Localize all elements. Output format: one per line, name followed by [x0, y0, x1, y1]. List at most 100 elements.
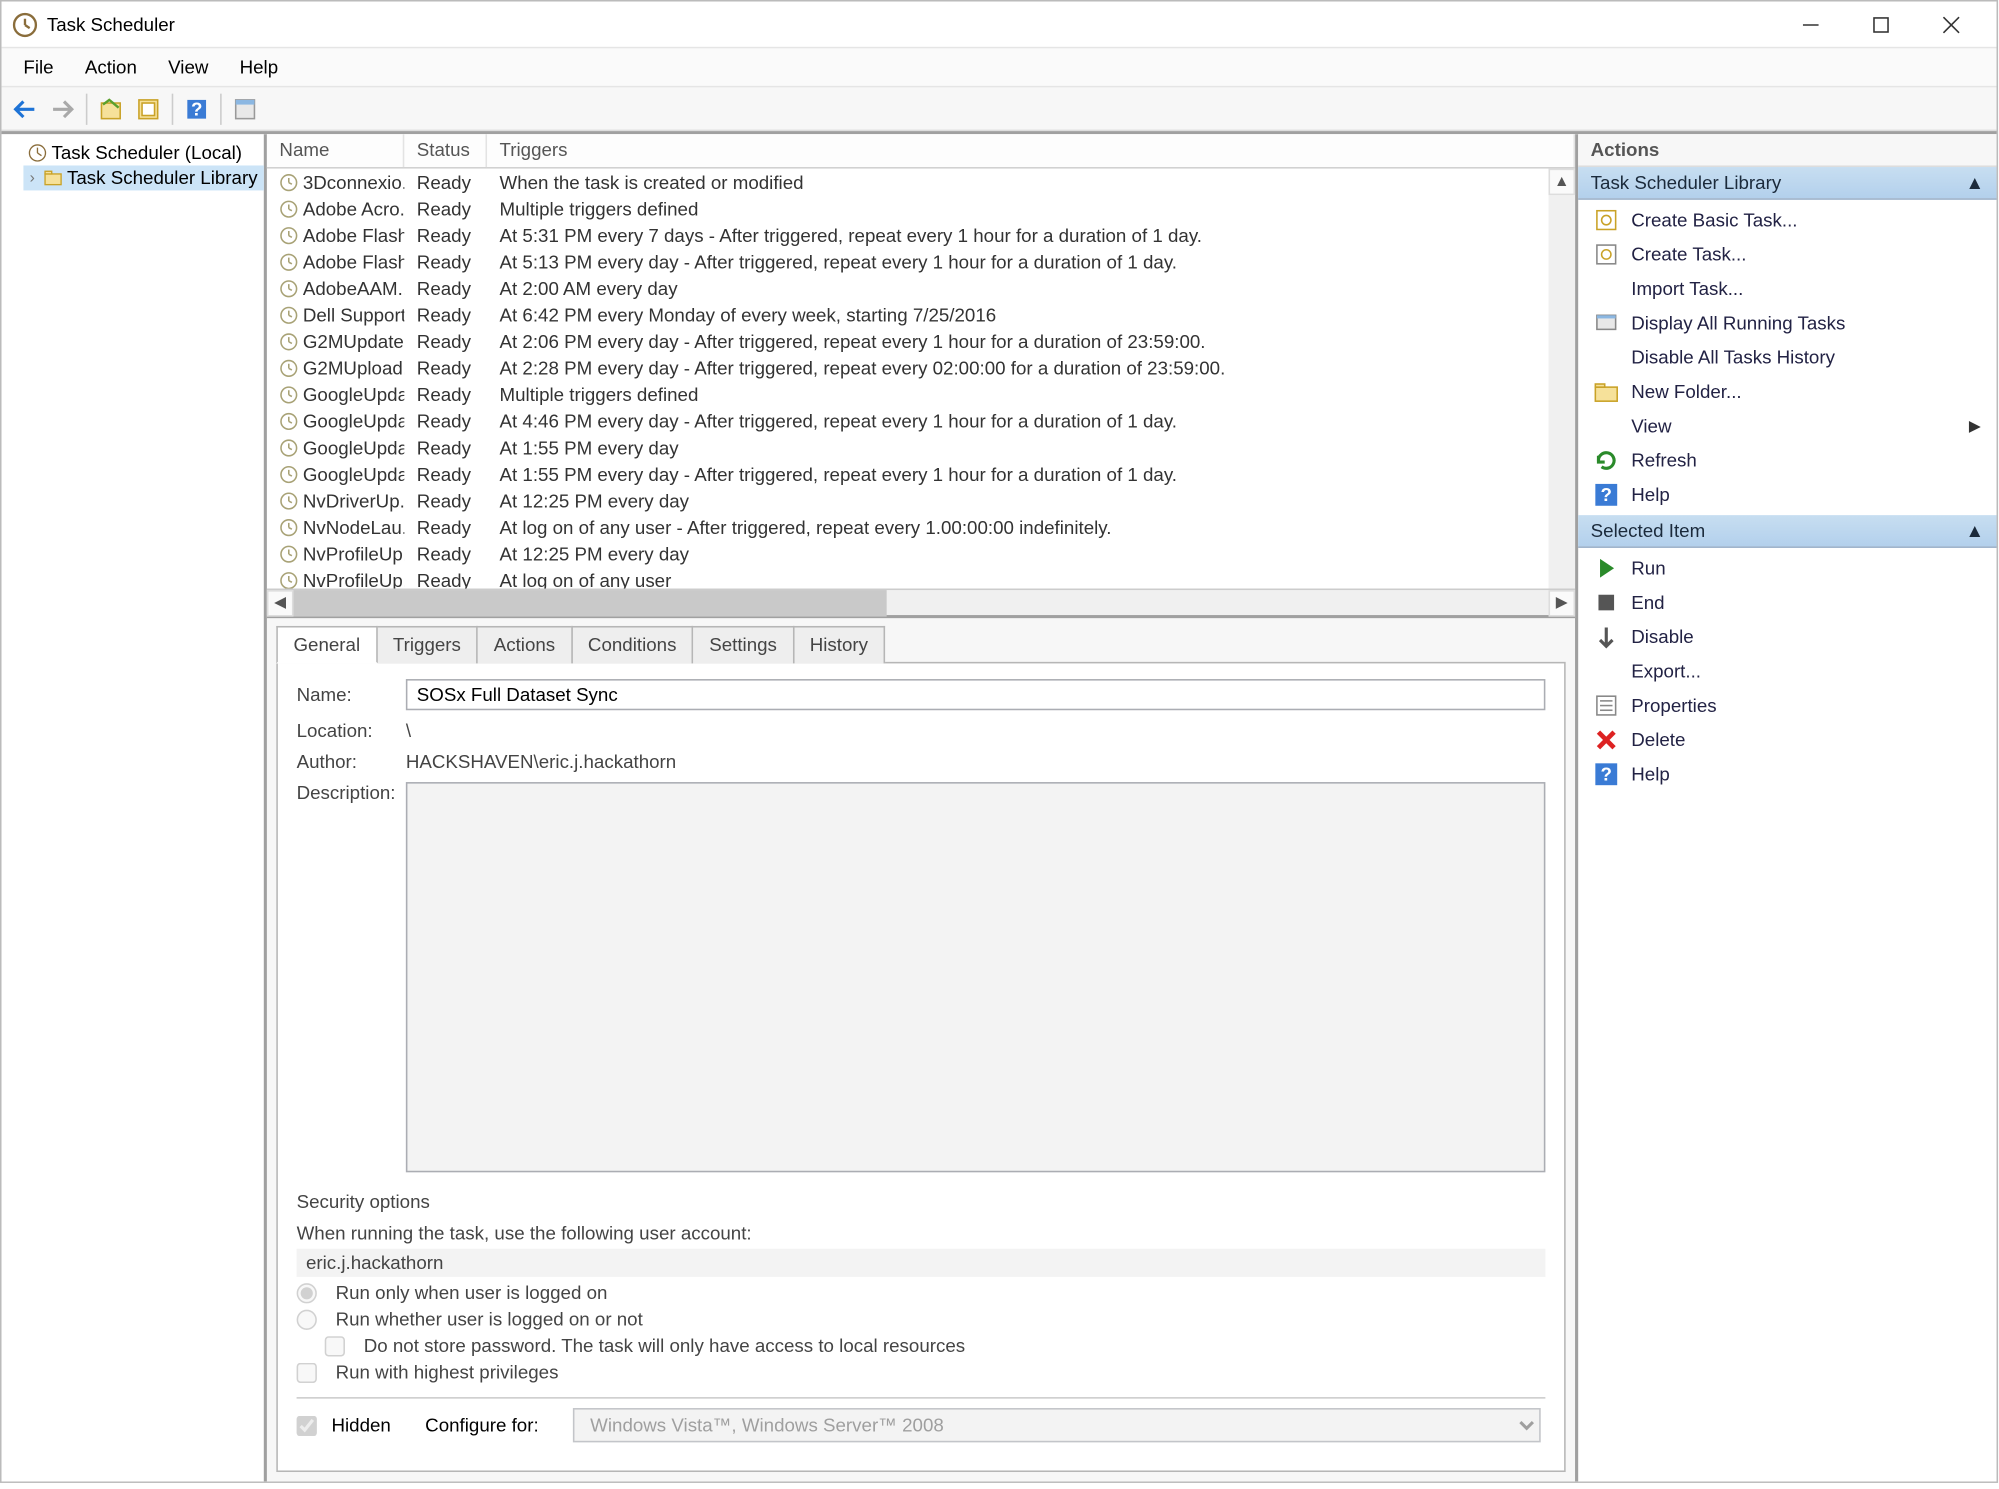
action-item[interactable]: End: [1578, 585, 1996, 619]
window-title: Task Scheduler: [47, 13, 1775, 35]
clock-icon: [279, 226, 298, 245]
task-name-input[interactable]: [406, 679, 1546, 710]
table-row[interactable]: Adobe Flash...ReadyAt 5:13 PM every day …: [267, 248, 1575, 275]
table-row[interactable]: GoogleUpda...ReadyMultiple triggers defi…: [267, 381, 1575, 408]
task-trigger: At 2:28 PM every day - After triggered, …: [487, 357, 1575, 379]
close-button[interactable]: [1915, 2, 1985, 46]
action-item[interactable]: Export...: [1578, 654, 1996, 688]
horizontal-scrollbar[interactable]: ◀ ▶: [267, 588, 1575, 615]
disable-icon: [1594, 345, 1619, 370]
menu-action[interactable]: Action: [69, 50, 152, 84]
action-item[interactable]: Disable: [1578, 620, 1996, 654]
check-highest-priv[interactable]: [297, 1362, 317, 1382]
task-status: Ready: [404, 436, 487, 458]
check-no-password[interactable]: [325, 1335, 345, 1355]
maximize-button[interactable]: [1845, 2, 1915, 46]
toolbar-btn-2[interactable]: [131, 91, 165, 125]
end-icon: [1594, 590, 1619, 615]
nav-library[interactable]: › Task Scheduler Library: [23, 165, 263, 190]
tab-actions[interactable]: Actions: [477, 626, 573, 663]
actions-section-selected[interactable]: Selected Item ▲: [1578, 515, 1996, 548]
action-item[interactable]: Create Task...: [1578, 237, 1996, 271]
task-status: Ready: [404, 357, 487, 379]
toolbar-btn-3[interactable]: [228, 91, 262, 125]
task-status: Ready: [404, 542, 487, 564]
forward-button[interactable]: [45, 91, 79, 125]
action-label: Disable All Tasks History: [1631, 347, 1835, 369]
tab-conditions[interactable]: Conditions: [571, 626, 694, 663]
opt-no-password[interactable]: Do not store password. The task will onl…: [297, 1335, 1546, 1357]
hidden-checkbox-label[interactable]: Hidden: [297, 1414, 391, 1436]
col-triggers[interactable]: Triggers: [487, 134, 1575, 167]
radio-logged-on[interactable]: [297, 1282, 317, 1302]
table-row[interactable]: GoogleUpda...ReadyAt 1:55 PM every day -…: [267, 460, 1575, 487]
action-item[interactable]: New Folder...: [1578, 375, 1996, 409]
table-row[interactable]: AdobeAAM...ReadyAt 2:00 AM every day: [267, 275, 1575, 302]
scroll-right-icon[interactable]: ▶: [1549, 589, 1576, 616]
menu-view[interactable]: View: [153, 50, 224, 84]
action-item[interactable]: Run: [1578, 551, 1996, 585]
table-row[interactable]: GoogleUpda...ReadyAt 1:55 PM every day: [267, 434, 1575, 461]
table-row[interactable]: NvDriverUp...ReadyAt 12:25 PM every day: [267, 487, 1575, 514]
toolbar-help-button[interactable]: ?: [180, 91, 214, 125]
scroll-thumb[interactable]: [293, 589, 886, 616]
menu-help[interactable]: Help: [224, 50, 294, 84]
action-label: Display All Running Tasks: [1631, 312, 1845, 334]
check-hidden[interactable]: [297, 1416, 317, 1436]
tab-triggers[interactable]: Triggers: [376, 626, 478, 663]
chevron-right-icon: ›: [30, 169, 39, 186]
app-icon: [12, 12, 37, 37]
action-item[interactable]: Display All Running Tasks: [1578, 306, 1996, 340]
minimize-button[interactable]: [1775, 2, 1845, 46]
tab-general[interactable]: General: [276, 626, 377, 663]
back-button[interactable]: [8, 91, 42, 125]
svg-text:?: ?: [1601, 764, 1612, 785]
table-row[interactable]: 3Dconnexio...ReadyWhen the task is creat…: [267, 169, 1575, 196]
table-row[interactable]: Dell Support...ReadyAt 6:42 PM every Mon…: [267, 301, 1575, 328]
col-status[interactable]: Status: [404, 134, 487, 167]
vertical-scrollbar[interactable]: ▲: [1549, 169, 1576, 589]
opt-run-whether[interactable]: Run whether user is logged on or not: [297, 1308, 1546, 1330]
toolbar-btn-1[interactable]: [94, 91, 128, 125]
action-item[interactable]: Refresh: [1578, 443, 1996, 477]
table-row[interactable]: NvProfileUp...ReadyAt 12:25 PM every day: [267, 540, 1575, 567]
action-item[interactable]: View▶: [1578, 409, 1996, 443]
col-name[interactable]: Name: [267, 134, 404, 167]
lbl-description: Description:: [297, 782, 406, 804]
menu-file[interactable]: File: [8, 50, 69, 84]
scroll-left-icon[interactable]: ◀: [267, 589, 294, 616]
folder-icon: [1594, 379, 1619, 404]
description-textarea[interactable]: [406, 782, 1546, 1172]
task-name: Adobe Acro...: [303, 197, 404, 219]
task-name: G2MUpdate...: [303, 330, 404, 352]
table-row[interactable]: G2MUpdate...ReadyAt 2:06 PM every day - …: [267, 328, 1575, 355]
action-item[interactable]: Disable All Tasks History: [1578, 340, 1996, 374]
action-label: Run: [1631, 557, 1665, 579]
table-row[interactable]: GoogleUpda...ReadyAt 4:46 PM every day -…: [267, 407, 1575, 434]
table-row[interactable]: NvNodeLau...ReadyAt log on of any user -…: [267, 514, 1575, 541]
toolbar-sep: [86, 93, 88, 124]
nav-root[interactable]: Task Scheduler (Local): [2, 140, 264, 165]
opt-run-logged-on[interactable]: Run only when user is logged on: [297, 1282, 1546, 1304]
action-item[interactable]: Delete: [1578, 723, 1996, 757]
table-row[interactable]: G2MUpload...ReadyAt 2:28 PM every day - …: [267, 354, 1575, 381]
tab-history[interactable]: History: [793, 626, 886, 663]
tab-settings[interactable]: Settings: [692, 626, 794, 663]
action-item[interactable]: ?Help: [1578, 757, 1996, 791]
table-row[interactable]: NvProfileUp...ReadyAt log on of any user: [267, 567, 1575, 589]
configure-for-select[interactable]: Windows Vista™, Windows Server™ 2008: [573, 1408, 1541, 1442]
action-item[interactable]: Properties: [1578, 688, 1996, 722]
action-item[interactable]: ?Help: [1578, 478, 1996, 512]
table-row[interactable]: Adobe Flash...ReadyAt 5:31 PM every 7 da…: [267, 222, 1575, 249]
action-item[interactable]: Create Basic Task...: [1578, 203, 1996, 237]
table-row[interactable]: Adobe Acro...ReadyMultiple triggers defi…: [267, 195, 1575, 222]
task-status: Ready: [404, 224, 487, 246]
toolbar-sep-2: [172, 93, 174, 124]
details-pane: General Triggers Actions Conditions Sett…: [267, 618, 1575, 1481]
clock-icon: [279, 517, 298, 536]
action-item[interactable]: Import Task...: [1578, 272, 1996, 306]
radio-whether[interactable]: [297, 1309, 317, 1329]
actions-section-library[interactable]: Task Scheduler Library ▲: [1578, 167, 1996, 200]
clock-icon: [279, 411, 298, 430]
opt-highest-priv[interactable]: Run with highest privileges: [297, 1361, 1546, 1383]
